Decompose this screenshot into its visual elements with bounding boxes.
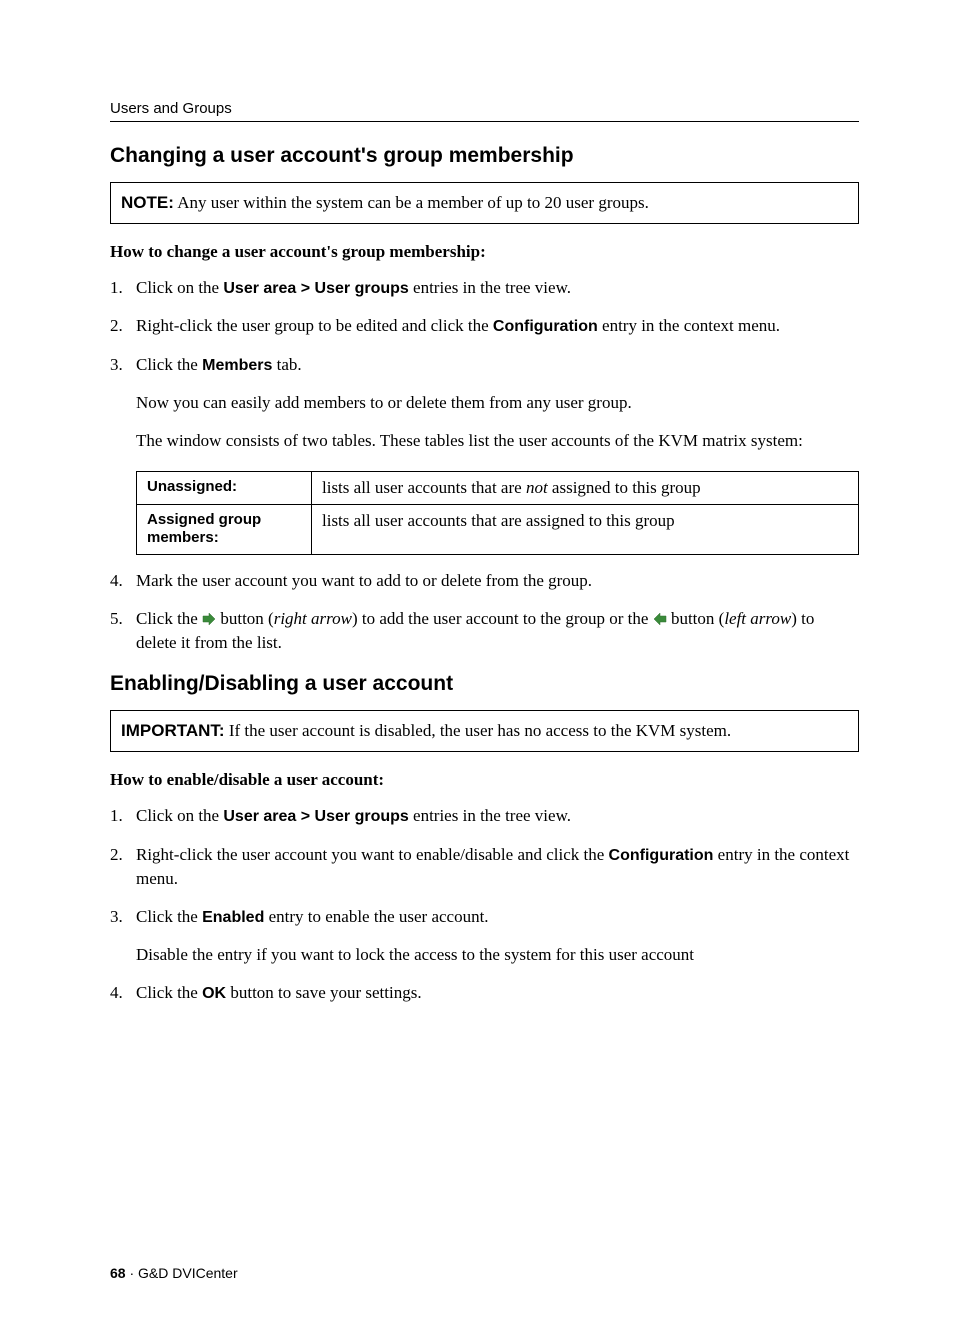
page-number: 68 — [110, 1265, 126, 1281]
step-text: entry in the context menu. — [598, 316, 780, 335]
term-cell: Unassigned: — [137, 471, 312, 504]
step-item: Click the Enabled entry to enable the us… — [110, 905, 859, 967]
step-text: button ( — [220, 609, 273, 628]
note-text: Any user within the system can be a memb… — [174, 193, 649, 212]
important-text: If the user account is disabled, the use… — [225, 721, 732, 740]
heading-change-membership: Changing a user account's group membersh… — [110, 144, 859, 168]
step-paragraph: Now you can easily add members to or del… — [136, 391, 859, 415]
ui-label: Enabled — [202, 909, 264, 926]
def-cell: lists all user accounts that are not ass… — [312, 471, 859, 504]
ui-label: Members — [202, 357, 272, 374]
important-box: IMPORTANT: If the user account is disabl… — [110, 710, 859, 752]
ui-path: User area > User groups — [223, 280, 408, 297]
step-text: Click the — [136, 355, 202, 374]
def-cell: lists all user accounts that are assigne… — [312, 504, 859, 555]
step-item: Click the Members tab. Now you can easil… — [110, 353, 859, 453]
ui-label: Configuration — [609, 847, 714, 864]
table-row: Unassigned: lists all user accounts that… — [137, 471, 859, 504]
steps-list-cont: Mark the user account you want to add to… — [110, 569, 859, 654]
heading-enable-disable: Enabling/Disabling a user account — [110, 672, 859, 696]
howto-heading: How to change a user account's group mem… — [110, 242, 859, 262]
step-text: entries in the tree view. — [409, 806, 571, 825]
howto-heading: How to enable/disable a user account: — [110, 770, 859, 790]
right-arrow-icon — [202, 608, 216, 620]
left-arrow-icon — [653, 608, 667, 620]
step-text: entry to enable the user account. — [264, 907, 488, 926]
def-text: lists all user accounts that are — [322, 478, 526, 497]
note-label: NOTE: — [121, 193, 174, 212]
step-text: Right-click the user group to be edited … — [136, 316, 493, 335]
important-label: IMPORTANT: — [121, 721, 225, 740]
step-text: Right-click the user account you want to… — [136, 845, 609, 864]
emphasis: not — [526, 478, 548, 497]
footer-sep: · — [126, 1265, 138, 1281]
steps-list: Click on the User area > User groups ent… — [110, 804, 859, 1005]
emphasis: left arrow — [724, 609, 791, 628]
running-head: Users and Groups — [110, 100, 859, 122]
ui-path: User area > User groups — [223, 808, 408, 825]
ui-label: Configuration — [493, 318, 598, 335]
note-box: NOTE: Any user within the system can be … — [110, 182, 859, 224]
footer-doc: G&D DVICenter — [138, 1265, 238, 1281]
step-text: Click on the — [136, 278, 223, 297]
table-row: Assigned group members: lists all user a… — [137, 504, 859, 555]
definition-table: Unassigned: lists all user accounts that… — [136, 471, 859, 556]
step-text: entries in the tree view. — [409, 278, 571, 297]
step-text: Click the — [136, 609, 202, 628]
step-text: ) to add the user account to the group o… — [352, 609, 653, 628]
steps-list: Click on the User area > User groups ent… — [110, 276, 859, 453]
step-text: Click the — [136, 907, 202, 926]
step-item: Right-click the user account you want to… — [110, 843, 859, 891]
step-item: Click the button (right arrow) to add th… — [110, 607, 859, 655]
step-text: Click the — [136, 983, 202, 1002]
def-text: assigned to this group — [548, 478, 701, 497]
step-item: Click on the User area > User groups ent… — [110, 276, 859, 300]
step-paragraph: The window consists of two tables. These… — [136, 429, 859, 453]
step-text: Click on the — [136, 806, 223, 825]
step-item: Mark the user account you want to add to… — [110, 569, 859, 593]
ui-label: OK — [202, 985, 226, 1002]
step-item: Click on the User area > User groups ent… — [110, 804, 859, 828]
page-footer: 68 · G&D DVICenter — [110, 1265, 859, 1281]
step-item: Click the OK button to save your setting… — [110, 981, 859, 1005]
step-item: Right-click the user group to be edited … — [110, 314, 859, 338]
step-text: tab. — [272, 355, 301, 374]
emphasis: right arrow — [274, 609, 352, 628]
step-text: button to save your settings. — [226, 983, 421, 1002]
step-text: button ( — [671, 609, 724, 628]
step-paragraph: Disable the entry if you want to lock th… — [136, 943, 859, 967]
term-cell: Assigned group members: — [137, 504, 312, 555]
